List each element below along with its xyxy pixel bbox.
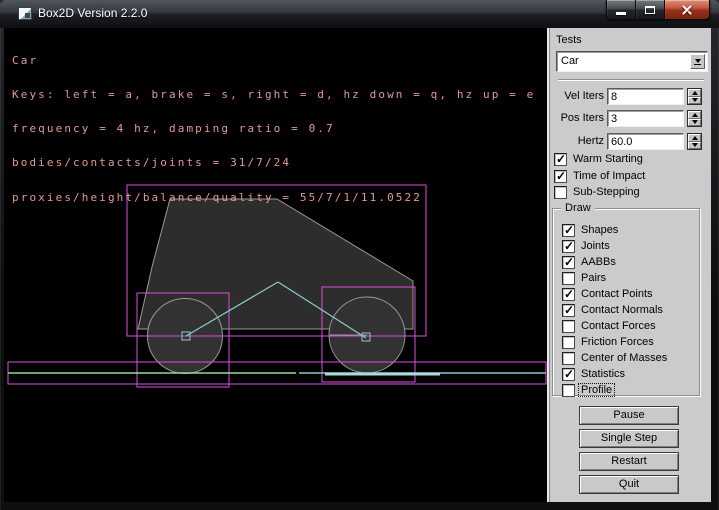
pos-iters-stepper[interactable] — [687, 110, 702, 127]
pairs-label: Pairs — [581, 272, 606, 284]
time-of-impact-checkbox[interactable] — [554, 170, 567, 183]
friction-forces-checkbox[interactable] — [562, 336, 575, 349]
stepper-up-button[interactable] — [688, 134, 701, 142]
maximize-icon — [645, 6, 655, 14]
contact-normals-checkbox[interactable] — [562, 304, 575, 317]
restart-button[interactable]: Restart — [579, 452, 679, 471]
close-icon — [681, 4, 693, 16]
profile-label: Profile — [579, 384, 614, 396]
arrow-down-icon — [692, 120, 698, 124]
center-of-masses-checkbox[interactable] — [562, 352, 575, 365]
contact-points-label: Contact Points — [581, 288, 653, 300]
stats-line: Keys: left = a, brake = s, right = d, hz… — [12, 89, 535, 100]
sub-stepping-label: Sub-Stepping — [573, 186, 640, 198]
vel-iters-row: Vel Iters 8 — [547, 88, 711, 105]
dropdown-arrow-button[interactable] — [690, 54, 705, 69]
pairs-checkbox[interactable] — [562, 272, 575, 285]
tests-label: Tests — [556, 34, 582, 46]
contact-forces-label: Contact Forces — [581, 320, 656, 332]
single-step-button[interactable]: Single Step — [579, 429, 679, 448]
aabbs-checkbox[interactable] — [562, 256, 575, 269]
statistics-label: Statistics — [581, 368, 625, 380]
stats-line: frequency = 4 hz, damping ratio = 0.7 — [12, 123, 535, 134]
stats-block: Car Keys: left = a, brake = s, right = d… — [12, 32, 535, 226]
stepper-up-button[interactable] — [688, 111, 701, 119]
chevron-down-icon — [695, 59, 701, 63]
window-title: Box2D Version 2.2.0 — [38, 6, 147, 20]
time-of-impact-label: Time of Impact — [573, 170, 645, 182]
draw-group: Draw Shapes Joints AABBs Pairs — [552, 208, 700, 396]
stepper-down-button[interactable] — [688, 97, 701, 105]
joints-checkbox[interactable] — [562, 240, 575, 253]
aabbs-label: AABBs — [581, 256, 616, 268]
hertz-row: Hertz 60.0 — [547, 133, 711, 150]
minimize-button[interactable] — [607, 0, 636, 19]
tests-dropdown[interactable]: Car — [556, 51, 708, 72]
vel-iters-input[interactable]: 8 — [607, 88, 684, 105]
sub-stepping-checkbox[interactable] — [554, 186, 567, 199]
maximize-button[interactable] — [636, 0, 665, 19]
divider — [558, 79, 704, 81]
window-controls — [606, 0, 710, 20]
dropdown-bar-icon — [694, 64, 701, 65]
shapes-label: Shapes — [581, 224, 618, 236]
shapes-checkbox[interactable] — [562, 224, 575, 237]
pos-iters-label: Pos Iters — [547, 112, 604, 124]
contact-normals-label: Contact Normals — [581, 304, 663, 316]
control-panel: Tests Car Vel Iters 8 Pos Iters — [547, 28, 711, 502]
quit-button[interactable]: Quit — [579, 475, 679, 494]
app-icon — [18, 7, 32, 20]
hertz-stepper[interactable] — [687, 133, 702, 150]
simulation-canvas[interactable]: Car Keys: left = a, brake = s, right = d… — [4, 28, 547, 502]
friction-forces-label: Friction Forces — [581, 336, 654, 348]
arrow-up-icon — [692, 113, 698, 117]
pos-iters-row: Pos Iters 3 — [547, 110, 711, 127]
pause-button[interactable]: Pause — [579, 406, 679, 425]
stepper-down-button[interactable] — [688, 119, 701, 127]
hertz-input[interactable]: 60.0 — [607, 133, 684, 150]
arrow-up-icon — [692, 91, 698, 95]
minimize-icon — [616, 12, 626, 15]
arrow-up-icon — [692, 136, 698, 140]
vel-iters-stepper[interactable] — [687, 88, 702, 105]
hertz-label: Hertz — [547, 135, 604, 147]
stepper-down-button[interactable] — [688, 142, 701, 150]
stepper-up-button[interactable] — [688, 89, 701, 97]
title-bar[interactable]: Box2D Version 2.2.0 — [0, 0, 719, 28]
warm-starting-label: Warm Starting — [573, 153, 643, 165]
stats-line: bodies/contacts/joints = 31/7/24 — [12, 157, 535, 168]
stats-line: proxies/height/balance/quality = 55/7/1/… — [12, 192, 535, 203]
warm-starting-checkbox[interactable] — [554, 153, 567, 166]
profile-checkbox[interactable] — [562, 384, 575, 397]
tests-dropdown-value: Car — [561, 55, 579, 67]
stats-line: Car — [12, 55, 535, 66]
arrow-down-icon — [692, 143, 698, 147]
joints-label: Joints — [581, 240, 610, 252]
contact-forces-checkbox[interactable] — [562, 320, 575, 333]
close-button[interactable] — [665, 0, 709, 19]
statistics-checkbox[interactable] — [562, 368, 575, 381]
pos-iters-input[interactable]: 3 — [607, 110, 684, 127]
vel-iters-label: Vel Iters — [547, 90, 604, 102]
arrow-down-icon — [692, 98, 698, 102]
center-of-masses-label: Center of Masses — [581, 352, 667, 364]
contact-points-checkbox[interactable] — [562, 288, 575, 301]
draw-group-title: Draw — [561, 202, 595, 214]
box2d-window: Box2D Version 2.2.0 Car Keys: left = a, … — [0, 0, 719, 510]
window-content: Car Keys: left = a, brake = s, right = d… — [4, 28, 711, 502]
